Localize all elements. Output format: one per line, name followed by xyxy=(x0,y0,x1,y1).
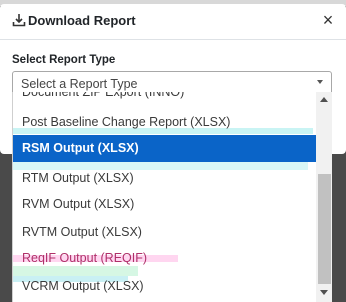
report-type-label: Select Report Type xyxy=(12,54,116,66)
dropdown-item[interactable]: RVTM Output (XLSX) xyxy=(13,219,316,246)
dialog-title: Download Report xyxy=(28,13,136,28)
dropdown-item[interactable]: Document ZIP Export (INNO) xyxy=(13,92,316,106)
dropdown-item[interactable]: Post Baseline Change Report (XLSX) xyxy=(13,109,316,136)
dropdown-item[interactable]: RTM Output (XLSX) xyxy=(13,165,316,192)
download-icon xyxy=(12,14,26,27)
scrollbar-thumb[interactable] xyxy=(318,174,331,284)
select-placeholder[interactable]: Select a Report Type xyxy=(21,77,138,91)
report-type-dropdown[interactable]: Document ZIP Export (INNO) Post Baseline… xyxy=(12,92,332,302)
chevron-down-icon[interactable] xyxy=(317,80,323,84)
dropdown-item[interactable]: VCRM Output (XLSX) xyxy=(13,273,316,300)
dropdown-scrollbar[interactable] xyxy=(316,92,332,302)
dialog-header: Download Report × xyxy=(0,4,346,40)
dropdown-item[interactable]: RVM Output (XLSX) xyxy=(13,191,316,218)
scroll-up-icon[interactable] xyxy=(320,97,328,102)
scroll-down-icon[interactable] xyxy=(320,290,328,295)
dropdown-item[interactable]: ReqIF Output (REQIF) xyxy=(13,245,316,272)
close-button[interactable]: × xyxy=(318,10,338,30)
close-icon[interactable]: × xyxy=(323,10,334,30)
dropdown-item-selected[interactable]: RSM Output (XLSX) xyxy=(13,135,316,162)
